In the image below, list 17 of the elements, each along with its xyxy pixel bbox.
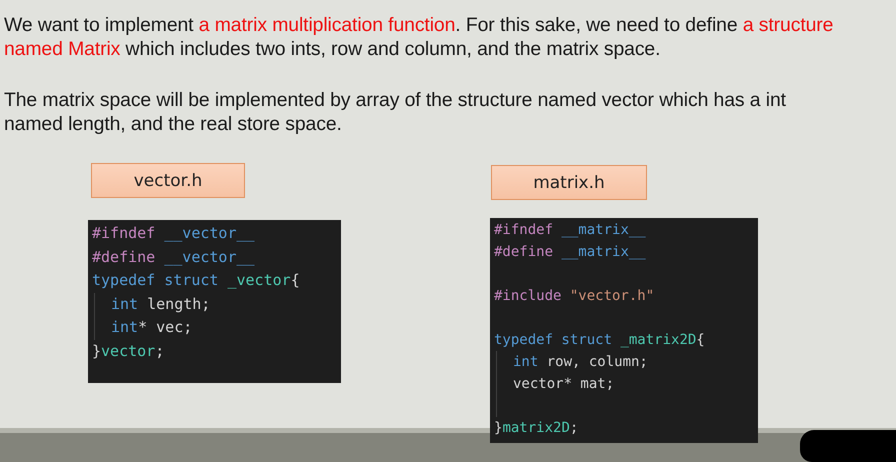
file-name-label: matrix.h	[491, 165, 647, 200]
code-line: }matrix2D;	[494, 419, 578, 438]
code-line: int length;	[111, 294, 210, 314]
file-name-label: vector.h	[91, 163, 245, 198]
code-line: #include "vector.h"	[494, 287, 654, 306]
paragraph: We want to implement a matrix multiplication function. For this sake, we need to define a structure named Matrix which includes two ints, row and column, and the matrix space.	[4, 13, 834, 61]
paragraph: The matrix space will be implemented by array of the structure named vector which has a int named length, and the real store space.	[4, 88, 787, 136]
code-line: #ifndef __vector__	[92, 223, 255, 244]
code-line: typedef struct _matrix2D{	[494, 331, 705, 350]
code-line: vector* mat;	[513, 375, 614, 394]
code-line: #define __vector__	[92, 246, 255, 268]
code-line: #define __matrix__	[494, 243, 646, 262]
code-line: int row, column;	[513, 353, 648, 372]
code-line: #ifndef __matrix__	[494, 221, 646, 240]
code-line: }vector;	[92, 340, 164, 362]
code-line: int* vec;	[111, 317, 192, 338]
code-line: typedef struct _vector{	[92, 270, 300, 291]
